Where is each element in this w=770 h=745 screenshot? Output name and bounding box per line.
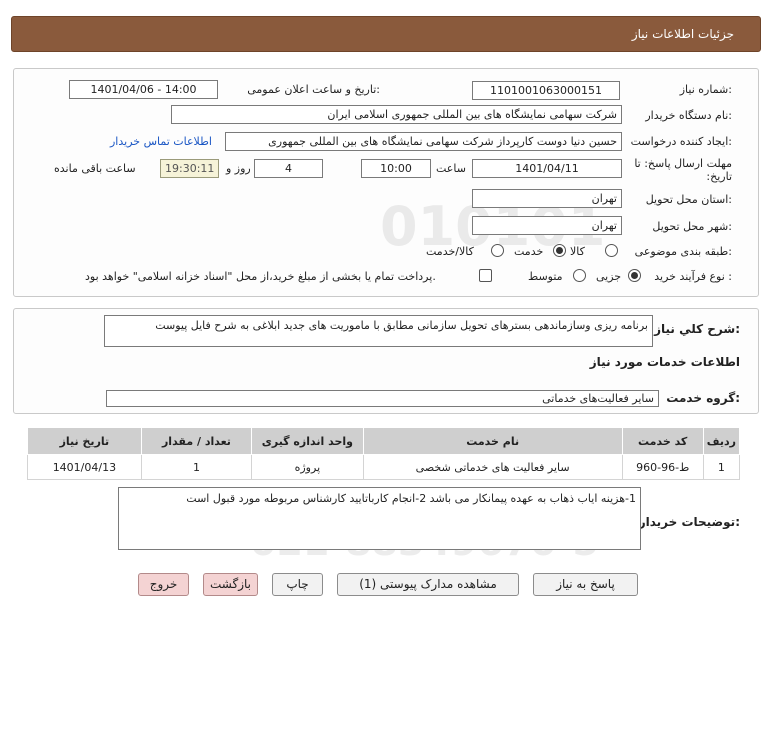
view-attachments-button[interactable]: مشاهده مدارک پیوستی (1) [337, 573, 519, 596]
deadline-time-field: 10:00 [361, 159, 431, 178]
announce-field: 1401/04/06 - 14:00 [69, 80, 218, 99]
deadline-label: مهلت ارسال پاسخ: تا تاریخ: [634, 157, 732, 183]
page-header: جزئیات اطلاعات نیاز [11, 16, 761, 52]
treasury-payment-checkbox[interactable] [479, 269, 492, 282]
buyer-notes-field: 1-هزینه ایاب ذهاب به عهده پیمانکار می با… [118, 487, 641, 550]
province-label: استان محل تحویل: [645, 193, 732, 206]
back-button[interactable]: بازگشت [203, 573, 258, 596]
services-section-title: اطلاعات خدمات مورد نیاز [589, 355, 740, 369]
col-unit: واحد اندازه گیری [251, 427, 364, 455]
cell-quantity: 1 [140, 454, 253, 480]
col-service-name: نام خدمت [362, 427, 623, 455]
cell-row-number: 1 [702, 454, 741, 480]
services-table: ردیف کد خدمت نام خدمت واحد اندازه گیری ت… [27, 427, 741, 480]
remaining-time-field: 19:30:11 [160, 159, 219, 178]
service-group-field: سایر فعالیت‌های خدماتی [106, 390, 659, 407]
category-radio-both[interactable] [491, 244, 504, 257]
cell-service-code: ط-96-960 [621, 454, 704, 480]
days-label: روز و [226, 162, 251, 175]
page-title: جزئیات اطلاعات نیاز [631, 27, 734, 41]
process-option-medium: متوسط [528, 270, 563, 283]
need-number-label: شماره نیاز: [679, 83, 732, 96]
deadline-time-label: ساعت [436, 162, 466, 175]
category-radio-service[interactable] [553, 244, 566, 257]
col-row-number: ردیف [702, 427, 741, 455]
cell-need-date: 1401/04/13 [27, 454, 142, 480]
process-radio-minor[interactable] [628, 269, 641, 282]
need-number-field: 1101001063000151 [472, 81, 620, 100]
print-button[interactable]: چاپ [272, 573, 323, 596]
process-option-minor: جزیی [596, 270, 622, 283]
service-group-label: گروه خدمت: [666, 391, 740, 405]
city-label: شهر محل تحویل: [652, 220, 732, 233]
announce-label: تاریخ و ساعت اعلان عمومی: [247, 83, 380, 96]
category-label: طبقه بندی موضوعی: [634, 245, 732, 258]
col-quantity: تعداد / مقدار [140, 427, 253, 455]
buyer-label: نام دستگاه خریدار: [645, 109, 732, 122]
buyer-field: شرکت سهامی نمایشگاه های بین المللی جمهور… [171, 105, 622, 124]
category-option-goods: کالا [570, 245, 585, 258]
summary-field: برنامه ریزی وسازماندهی بسترهای تحویل ساز… [104, 315, 653, 347]
category-option-both: کالا/خدمت [426, 245, 474, 258]
reply-button[interactable]: پاسخ به نیاز [533, 573, 638, 596]
cell-service-name: سایر فعالیت های خدماتی شخصی [362, 454, 623, 480]
category-radio-goods[interactable] [605, 244, 618, 257]
exit-button[interactable]: خروج [138, 573, 189, 596]
cell-unit: پروژه [251, 454, 364, 480]
buyer-notes-label: توضیحات خریدار: [638, 515, 740, 529]
deadline-date-field: 1401/04/11 [472, 159, 622, 178]
table-header-row: ردیف کد خدمت نام خدمت واحد اندازه گیری ت… [27, 427, 741, 455]
summary-label: شرح کلي نياز: [654, 322, 740, 336]
creator-field: حسین دنیا دوست کارپرداز شرکت سهامی نمایش… [225, 132, 622, 151]
creator-label: ایجاد کننده درخواست: [630, 135, 732, 148]
remaining-label: ساعت باقی مانده [54, 162, 136, 175]
days-field: 4 [254, 159, 323, 178]
category-option-service: خدمت [514, 245, 544, 258]
city-field: تهران [472, 216, 622, 235]
buyer-contact-link[interactable]: اطلاعات تماس خریدار [110, 135, 212, 148]
process-label: نوع فرآیند خرید : [654, 270, 732, 283]
payment-note: پرداخت تمام یا بخشی از مبلغ خرید،از محل … [85, 270, 436, 283]
process-radio-medium[interactable] [573, 269, 586, 282]
col-need-date: تاریخ نیاز [27, 427, 142, 455]
col-service-code: کد خدمت [621, 427, 704, 455]
table-row: 1 ط-96-960 سایر فعالیت های خدماتی شخصی پ… [27, 454, 741, 480]
province-field: تهران [472, 189, 622, 208]
